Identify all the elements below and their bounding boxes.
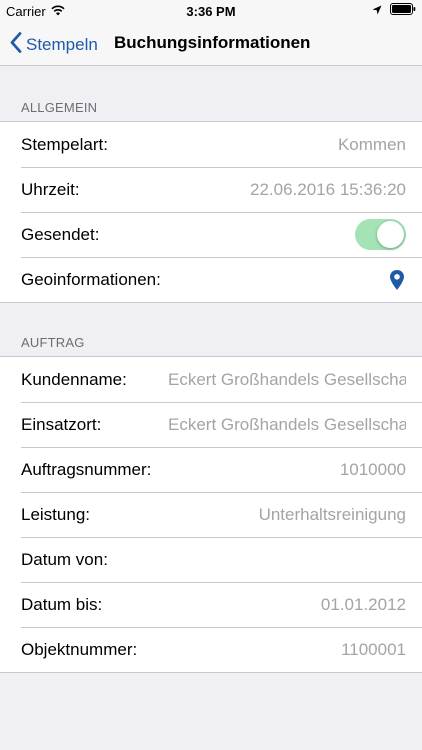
location-arrow-icon	[372, 3, 382, 18]
row-label: Auftragsnummer:	[21, 459, 152, 479]
row-value: 01.01.2012	[320, 594, 406, 614]
row-value: Eckert Großhandels Gesellschaf	[168, 414, 406, 434]
row-uhrzeit[interactable]: Uhrzeit: 22.06.2016 15:36:20	[0, 167, 422, 212]
gesendet-toggle[interactable]	[355, 219, 406, 250]
row-value: 1010000	[339, 459, 406, 479]
page-title: Buchungsinformationen	[114, 33, 311, 52]
back-button-label: Stempeln	[26, 35, 98, 54]
row-label: Datum von:	[21, 549, 108, 569]
row-datum-bis[interactable]: Datum bis: 01.01.2012	[0, 582, 422, 627]
row-label: Leistung:	[21, 504, 90, 524]
row-value: Eckert Großhandels Gesellschaf	[168, 369, 406, 389]
row-value: 22.06.2016 15:36:20	[250, 179, 406, 199]
row-einsatzort[interactable]: Einsatzort: Eckert Großhandels Gesellsch…	[0, 402, 422, 447]
row-stempelart[interactable]: Stempelart: Kommen	[0, 122, 422, 167]
row-label: Geoinformationen:	[21, 269, 161, 289]
status-bar: Carrier 3:36 PM	[0, 0, 422, 22]
row-leistung[interactable]: Leistung: Unterhaltsreinigung	[0, 492, 422, 537]
row-label: Kundenname:	[21, 369, 127, 389]
row-label: Datum bis:	[21, 594, 103, 614]
row-auftragsnummer[interactable]: Auftragsnummer: 1010000	[0, 447, 422, 492]
row-value: Unterhaltsreinigung	[258, 504, 406, 524]
navigation-bar: Stempeln Buchungsinformationen	[0, 22, 422, 66]
back-button[interactable]: Stempeln	[10, 32, 98, 58]
location-pin-icon[interactable]	[389, 269, 405, 291]
row-label: Einsatzort:	[21, 414, 102, 434]
row-value: Kommen	[337, 134, 406, 154]
row-label: Stempelart:	[21, 134, 108, 154]
section-header-allgemein: ALLGEMEIN	[21, 100, 98, 115]
group-allgemein: Stempelart: Kommen Uhrzeit: 22.06.2016 1…	[0, 121, 422, 303]
battery-icon	[390, 3, 416, 18]
status-right	[372, 3, 416, 18]
row-label: Gesendet:	[21, 224, 100, 244]
row-objektnummer[interactable]: Objektnummer: 1100001	[0, 627, 422, 672]
section-header-auftrag: AUFTRAG	[21, 335, 85, 350]
group-auftrag: Kundenname: Eckert Großhandels Gesellsch…	[0, 356, 422, 673]
row-gesendet: Gesendet:	[0, 212, 422, 257]
row-label: Objektnummer:	[21, 639, 138, 659]
row-value: 1100001	[341, 639, 406, 659]
row-geoinformationen[interactable]: Geoinformationen:	[0, 257, 422, 302]
row-kundenname[interactable]: Kundenname: Eckert Großhandels Gesellsch…	[0, 357, 422, 402]
toggle-knob	[377, 221, 404, 248]
row-datum-von[interactable]: Datum von:	[0, 537, 422, 582]
status-time: 3:36 PM	[186, 4, 236, 19]
chevron-left-icon	[10, 32, 22, 58]
row-label: Uhrzeit:	[21, 179, 80, 199]
